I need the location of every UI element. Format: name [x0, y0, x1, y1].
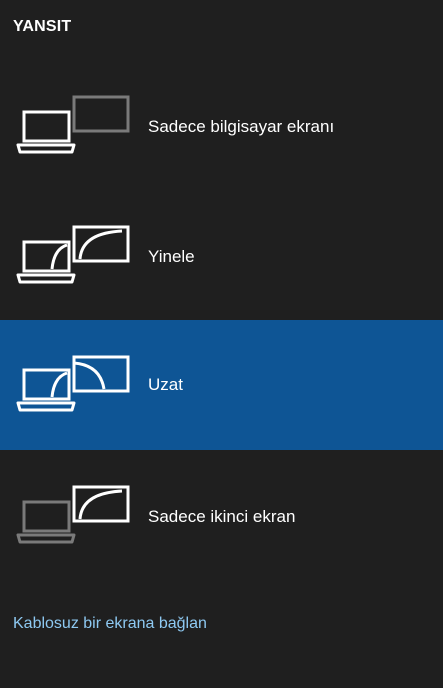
pc-screen-only-icon — [16, 95, 130, 154]
option-duplicate[interactable]: Yinele — [0, 192, 443, 322]
option-second-screen-only[interactable]: Sadece ikinci ekran — [0, 452, 443, 582]
project-pane: YANSIT Sadece bilgisayar ekranı Yinele U… — [0, 0, 443, 688]
option-label: Yinele — [148, 247, 195, 266]
connect-wireless-display-link[interactable]: Kablosuz bir ekrana bağlan — [13, 615, 207, 633]
option-label: Sadece bilgisayar ekranı — [148, 117, 335, 136]
duplicate-icon — [16, 225, 130, 284]
option-label: Sadece ikinci ekran — [148, 507, 296, 526]
option-label: Uzat — [148, 375, 183, 394]
pane-title: YANSIT — [13, 18, 72, 35]
extend-icon — [16, 355, 130, 412]
second-screen-only-icon — [16, 485, 130, 544]
option-pc-screen-only[interactable]: Sadece bilgisayar ekranı — [0, 62, 443, 192]
option-extend[interactable]: Uzat — [0, 320, 443, 450]
